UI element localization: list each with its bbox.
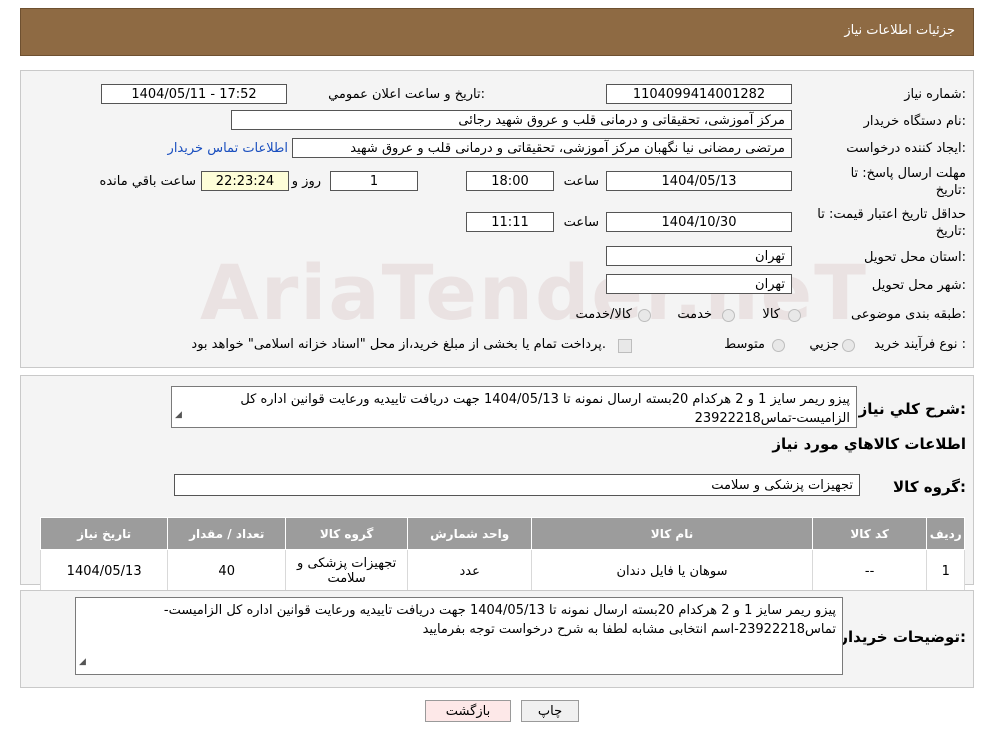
resize-grip-icon[interactable]: ◢: [175, 406, 182, 425]
buyer-contact-link[interactable]: اطلاعات تماس خریدار: [168, 141, 288, 156]
description-text: پیزو ریمر سایز 1 و 2 هرکدام 20بسته ارسال…: [240, 392, 850, 426]
cell-qty: 40: [167, 549, 287, 593]
page-title: جزئیات اطلاعات نیاز: [844, 23, 955, 38]
validity-time-field: 11:11: [466, 212, 554, 232]
category-radio-service[interactable]: [722, 309, 735, 322]
buyer-org-label: نام دستگاه خریدار:: [863, 114, 966, 129]
need-number-label: شماره نیاز:: [904, 87, 966, 102]
col-index-header: ردیف: [926, 517, 965, 550]
description-textarea[interactable]: پیزو ریمر سایز 1 و 2 هرکدام 20بسته ارسال…: [171, 386, 857, 428]
creator-field: مرتضی رمضانی نیا نگهبان مرکز آموزشی، تحق…: [292, 138, 792, 158]
validity-time-label: ساعت: [563, 215, 599, 230]
cell-date: 1404/05/13: [39, 549, 169, 593]
table-row: 1 -- سوهان یا فایل دندان عدد تجهیزات پزش…: [39, 549, 965, 593]
buyer-notes-textarea[interactable]: پیزو ریمر سایز 1 و 2 هرکدام 20بسته ارسال…: [75, 597, 843, 675]
category-label: طبقه بندی موضوعی:: [850, 307, 966, 322]
col-name-header: نام کالا: [531, 517, 813, 550]
treasury-checkbox[interactable]: [618, 339, 632, 353]
process-option-minor: جزیي: [809, 337, 839, 352]
col-date-header: تاریخ نیاز: [39, 517, 169, 550]
goods-group-label: گروه کالا:: [893, 478, 966, 496]
deadline-label-2: تاریخ:: [935, 183, 966, 198]
process-radio-minor[interactable]: [842, 339, 855, 352]
province-label: استان محل تحویل:: [864, 250, 966, 265]
process-radio-medium[interactable]: [772, 339, 785, 352]
deadline-time-label: ساعت: [563, 174, 599, 189]
back-button[interactable]: بازگشت: [425, 700, 511, 722]
need-number-field: 1104099414001282: [606, 84, 792, 104]
goods-group-field: تجهیزات پزشکی و سلامت: [174, 474, 860, 496]
deadline-label: مهلت ارسال پاسخ: تا: [850, 166, 966, 181]
items-table: ردیف کد کالا نام کالا واحد شمارش گروه کا…: [39, 517, 965, 593]
remaining-time-field: 22:23:24: [201, 171, 289, 191]
validity-label: حداقل تاریخ اعتبار قیمت: تا: [817, 207, 966, 222]
province-field: تهران: [606, 246, 792, 266]
buyer-notes-label: توضیحات خریدار:: [839, 628, 966, 646]
city-field: تهران: [606, 274, 792, 294]
buyer-org-field: مرکز آموزشی، تحقیقاتی و درمانی قلب و عرو…: [231, 110, 792, 130]
cell-group: تجهیزات پزشکی و سلامت: [285, 549, 409, 593]
deadline-time-field: 18:00: [466, 171, 554, 191]
cell-unit: عدد: [407, 549, 533, 593]
announce-field: 1404/05/11 - 17:52: [101, 84, 287, 104]
col-code-header: کد کالا: [811, 517, 928, 550]
col-group-header: گروه کالا: [285, 517, 409, 550]
table-header-row: ردیف کد کالا نام کالا واحد شمارش گروه کا…: [39, 517, 965, 550]
print-button[interactable]: چاپ: [521, 700, 579, 722]
cell-code: --: [811, 549, 928, 593]
validity-date-field: 1404/10/30: [606, 212, 792, 232]
goods-info-title: اطلاعات کالاهاي مورد نیاز: [772, 435, 966, 453]
cell-name: سوهان یا فایل دندان: [531, 549, 813, 593]
deadline-date-field: 1404/05/13: [606, 171, 792, 191]
process-option-medium: متوسط: [724, 337, 765, 352]
days-label: روز و: [291, 174, 321, 189]
validity-label-2: تاریخ:: [935, 224, 966, 239]
category-radio-goods[interactable]: [788, 309, 801, 322]
col-qty-header: تعداد / مقدار: [167, 517, 287, 550]
city-label: شهر محل تحویل:: [871, 278, 966, 293]
cell-index: 1: [926, 549, 965, 593]
remaining-time-label: ساعت باقي مانده: [99, 174, 196, 189]
description-label: شرح کلي نیاز:: [858, 400, 966, 418]
category-option-goods-service: کالا/خدمت: [575, 307, 632, 322]
payment-note: پرداخت تمام یا بخشی از مبلغ خرید،از محل …: [191, 337, 606, 352]
col-unit-header: واحد شمارش: [407, 517, 533, 550]
page-header: جزئیات اطلاعات نیاز: [20, 8, 974, 56]
creator-label: ایجاد کننده درخواست:: [846, 141, 966, 156]
category-option-service: خدمت: [677, 307, 712, 322]
category-radio-goods-service[interactable]: [638, 309, 651, 322]
process-label: نوع فرآیند خرید :: [874, 337, 966, 352]
resize-grip-icon[interactable]: ◢: [79, 653, 86, 672]
announce-label: تاریخ و ساعت اعلان عمومي:: [328, 87, 485, 102]
category-option-goods: کالا: [762, 307, 780, 322]
days-count-field: 1: [330, 171, 418, 191]
buyer-notes-text: پیزو ریمر سایز 1 و 2 هرکدام 20بسته ارسال…: [163, 603, 836, 637]
